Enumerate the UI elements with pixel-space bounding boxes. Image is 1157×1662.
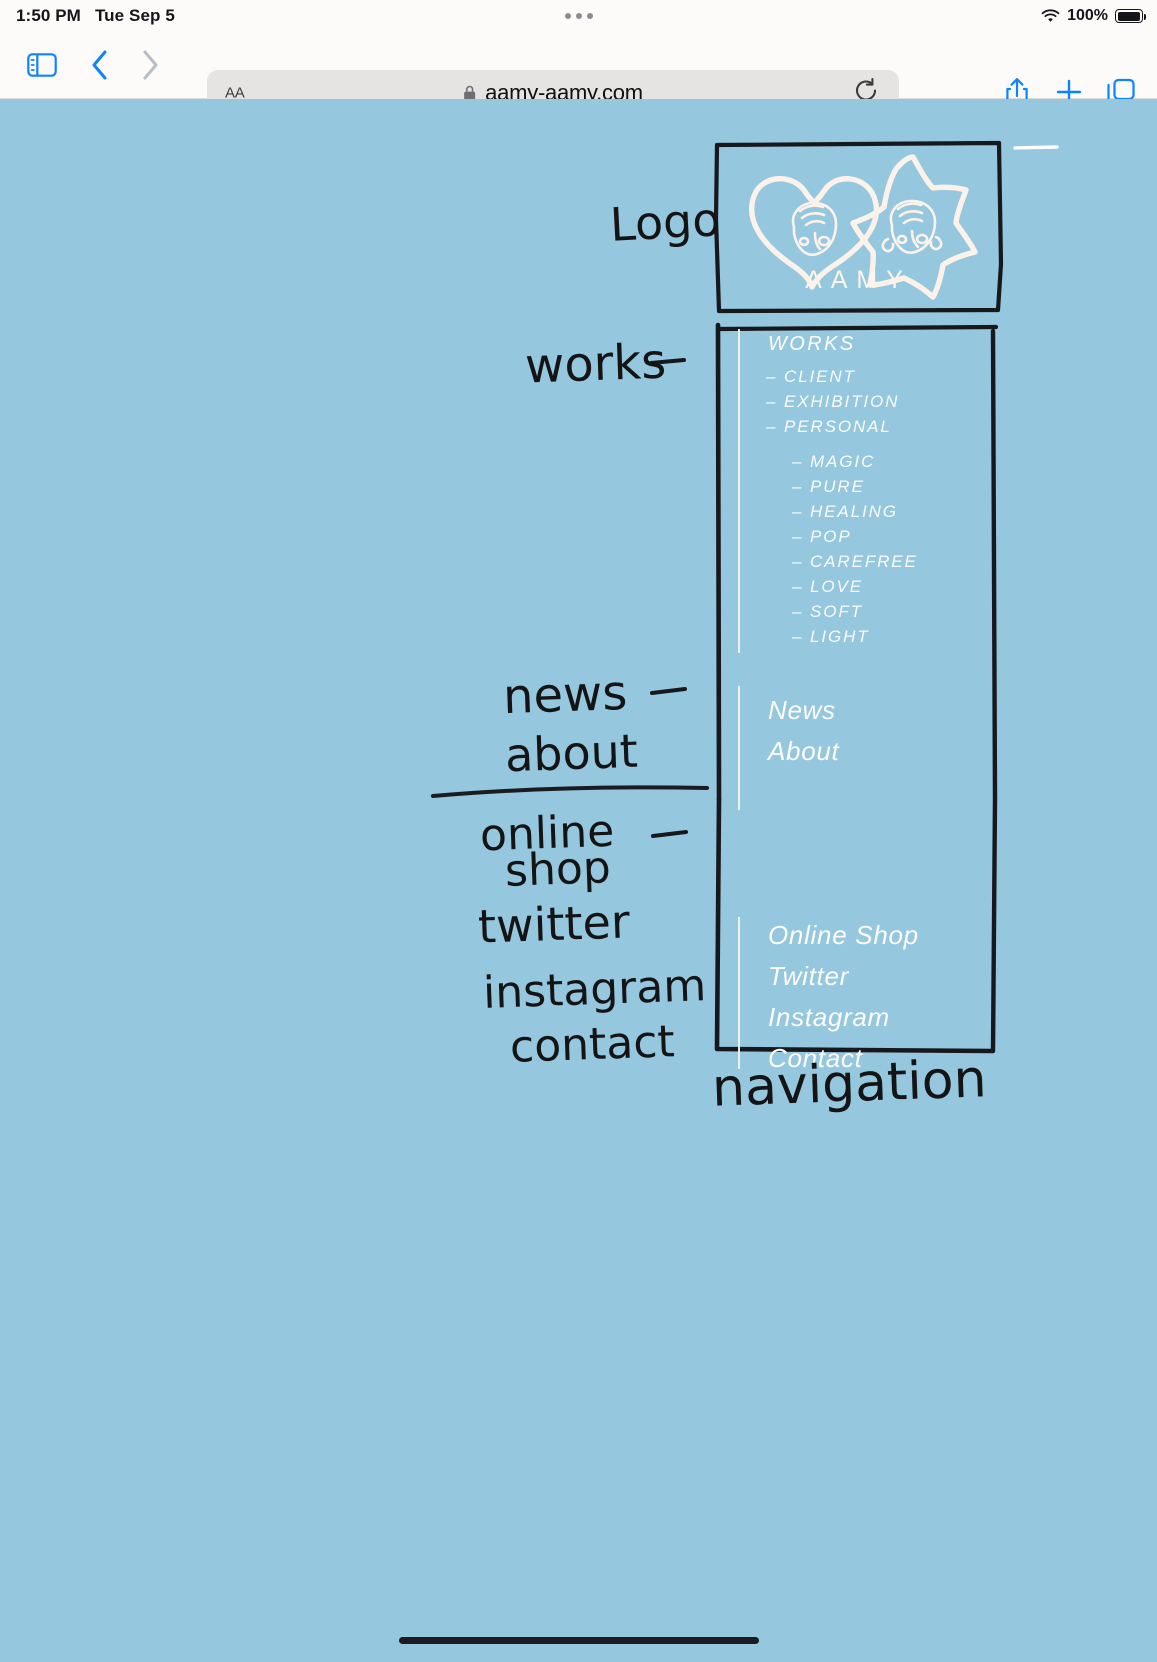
ipad-safari-window: 1:50 PM Tue Sep 5 100% AA aamy-aamy.com …: [0, 0, 1157, 1662]
annotation-navigation: navigation: [711, 1049, 988, 1119]
status-date: Tue Sep 5: [94, 6, 175, 25]
nav-item-news[interactable]: News: [768, 695, 836, 726]
logo-wordmark: AAMY: [805, 266, 912, 294]
three-dots-icon[interactable]: [564, 13, 593, 19]
status-bar-right: 100%: [1041, 0, 1147, 32]
annotation-about: about: [504, 723, 639, 783]
nav-item-instagram[interactable]: Instagram: [768, 1002, 890, 1033]
nav-item-pop[interactable]: – POP: [792, 527, 852, 547]
status-bar: 1:50 PM Tue Sep 5 100%: [0, 0, 1157, 32]
browser-toolbar: AA aamy-aamy.com: [0, 32, 1157, 116]
nav-item-carefree[interactable]: – CAREFREE: [792, 552, 918, 572]
nav-item-online-shop[interactable]: Online Shop: [768, 920, 919, 951]
annotation-shop: shop: [504, 842, 612, 897]
status-time: 1:50 PM: [16, 6, 81, 25]
annotation-news: news: [502, 664, 629, 726]
sidebar-toggle-icon[interactable]: [20, 43, 64, 87]
nav-rule-works: [738, 329, 740, 653]
status-bar-left: 1:50 PM Tue Sep 5: [16, 0, 175, 32]
chevron-left-icon[interactable]: [78, 43, 122, 87]
annotation-works: works: [524, 333, 668, 395]
nav-item-exhibition[interactable]: – EXHIBITION: [766, 392, 899, 412]
annotation-twitter: twitter: [477, 894, 631, 954]
annotation-logo: Logo: [608, 192, 722, 252]
nav-rule-links: [738, 917, 740, 1069]
nav-item-light[interactable]: – LIGHT: [792, 627, 870, 647]
battery-percent: 100%: [1067, 7, 1108, 24]
nav-item-personal[interactable]: – PERSONAL: [766, 417, 892, 437]
nav-item-healing[interactable]: – HEALING: [792, 502, 898, 522]
nav-item-soft[interactable]: – SOFT: [792, 602, 863, 622]
nav-item-client[interactable]: – CLIENT: [766, 367, 856, 387]
site-navigation: WORKS – CLIENT – EXHIBITION – PERSONAL –…: [718, 323, 1052, 1073]
annotation-instagram: instagram: [482, 960, 707, 1019]
nav-item-twitter[interactable]: Twitter: [768, 961, 849, 992]
nav-item-pure[interactable]: – PURE: [792, 477, 865, 497]
nav-item-love[interactable]: – LOVE: [792, 577, 863, 597]
battery-full-icon: [1115, 9, 1147, 23]
nav-heading-works[interactable]: WORKS: [768, 333, 856, 356]
site-logo[interactable]: AAMY: [716, 141, 1001, 309]
home-indicator[interactable]: [398, 1637, 759, 1644]
nav-item-magic[interactable]: – MAGIC: [792, 452, 875, 472]
web-page-canvas: AAMY WORKS – CLIENT – EXHIBITION – PERSO…: [0, 99, 1157, 1662]
chevron-right-icon[interactable]: [128, 43, 172, 87]
annotation-contact: contact: [509, 1016, 676, 1073]
wifi-icon: [1041, 8, 1060, 24]
nav-rule-pages: [738, 686, 740, 810]
nav-item-about[interactable]: About: [768, 736, 839, 767]
